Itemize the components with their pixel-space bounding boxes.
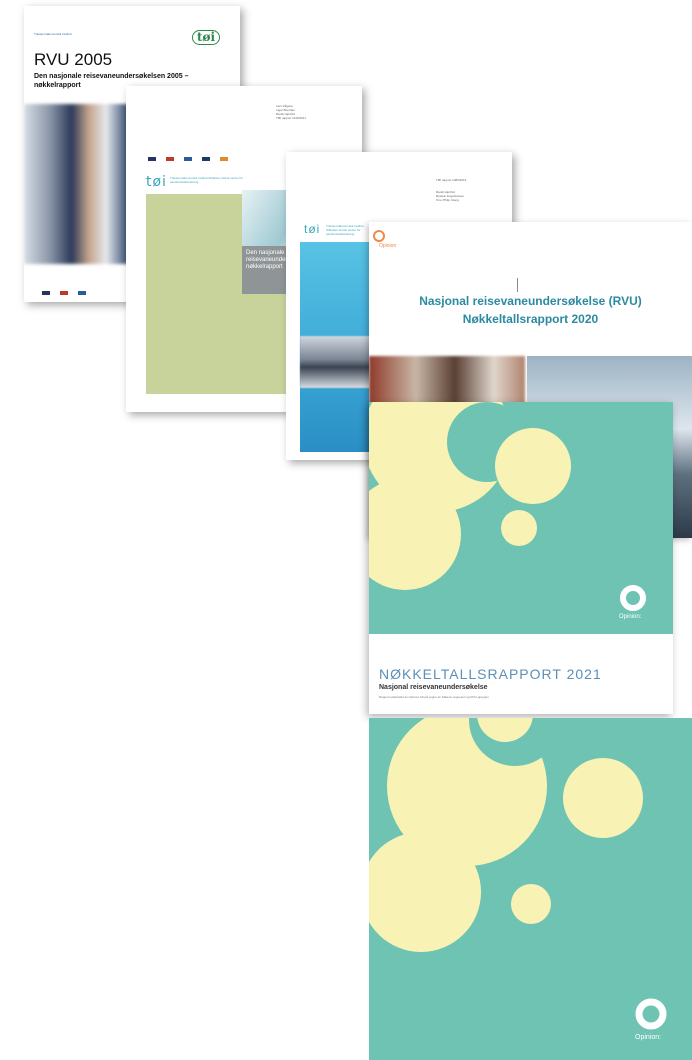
title-divider <box>517 278 518 292</box>
report-number: TØI rapport 1383/2014 <box>436 178 467 182</box>
institute-label: Transportøkonomisk institutt <box>34 32 72 36</box>
report-cover-circles: Opinion: <box>369 718 692 1060</box>
ministry-logo-strip <box>148 148 238 166</box>
opinion-logo-text: Opinion <box>379 243 397 249</box>
author-list: Randi Hjorthol Øystein Engebretsen Tore … <box>436 190 465 202</box>
small-cream-circle <box>501 510 537 546</box>
toi-logo: tøi <box>304 222 321 236</box>
report-cover-2021: Opinion: NØKKELTALLSRAPPORT 2021 Nasjona… <box>369 402 673 714</box>
report-title: NØKKELTALLSRAPPORT 2021 <box>379 666 602 682</box>
author-list: Lars Vågane Ingar Brechan Randi Hjorthol… <box>276 104 306 120</box>
winter-traffic-photo <box>300 336 370 388</box>
report-subtitle: Nasjonal reisevaneundersøkelse <box>379 684 488 691</box>
report-title: RVU 2005 <box>34 50 113 69</box>
opinion-logo-icon <box>373 230 385 242</box>
circle-pattern <box>369 402 673 634</box>
toi-logo: tøi <box>146 174 167 190</box>
small-cream-circle <box>511 884 551 924</box>
report-description: Rapport utarbeidet av Opinion AS på vegn… <box>379 695 489 699</box>
report-subtitle: Nøkkeltallsrapport 2020 <box>462 312 599 326</box>
toi-logo: tøi <box>192 30 221 45</box>
medium-cream-circle <box>495 428 571 504</box>
opinion-logo-text: Opinion: <box>619 614 642 620</box>
institute-line: Transportøkonomisk institutt Stiftelsen … <box>170 176 243 184</box>
report-title: Nasjonal reisevaneundersøkelse (RVU) <box>419 294 642 308</box>
opinion-logo-text: Opinion: <box>635 1034 662 1041</box>
circle-pattern <box>369 718 692 1060</box>
medium-cream-circle <box>563 758 643 838</box>
ministry-logo-strip <box>42 282 96 300</box>
green-panel <box>146 194 242 394</box>
institute-line: Transportøkonomisk institutt Stiftelsen … <box>326 224 364 236</box>
